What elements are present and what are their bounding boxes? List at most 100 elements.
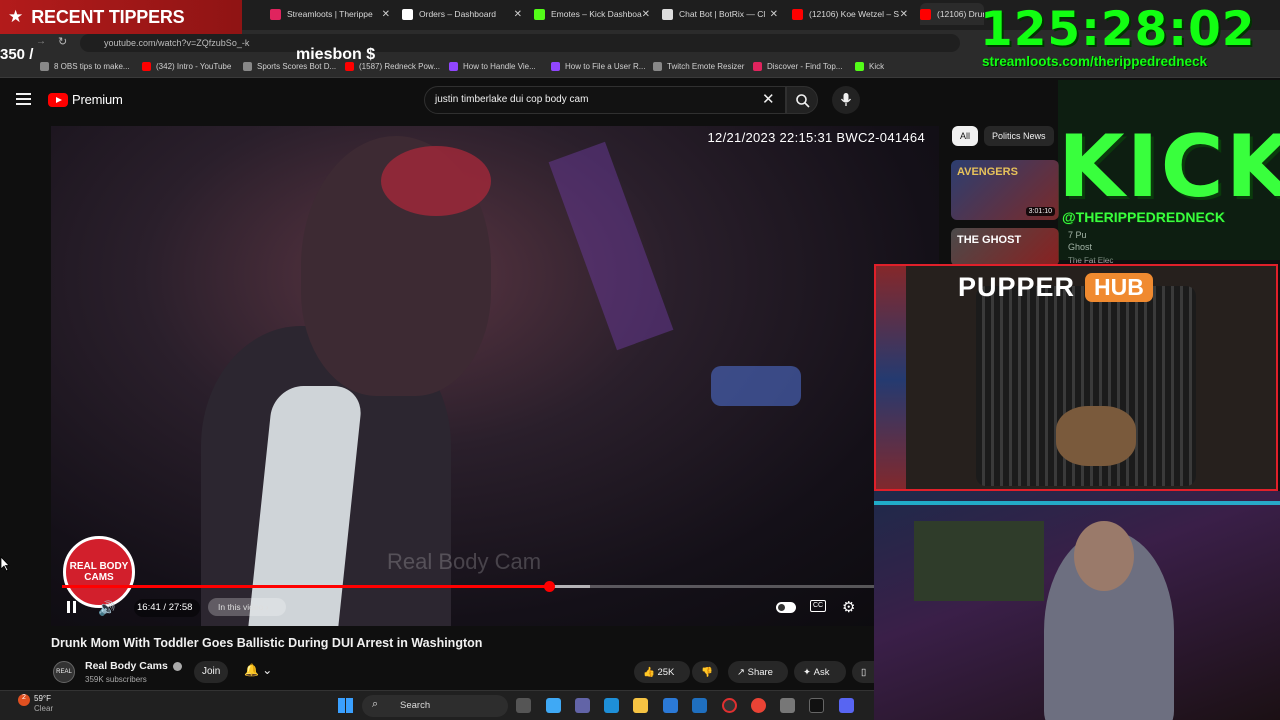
- close-tab-icon[interactable]: ✕: [900, 9, 908, 20]
- video-player[interactable]: 12/21/2023 22:15:31 BWC2-041464 Real Bod…: [51, 126, 939, 626]
- tab-label: Orders – Dashboard: [419, 9, 497, 19]
- twitch-icon: [551, 62, 560, 71]
- like-button[interactable]: 👍 25K: [634, 661, 690, 683]
- voice-search-button[interactable]: [832, 86, 860, 114]
- bookmark-icon: [753, 62, 762, 71]
- bookmark-item[interactable]: How to Handle Vie...: [449, 62, 536, 71]
- share-icon: ↗: [737, 666, 745, 678]
- botrix-icon: [662, 8, 673, 20]
- settings-gear-icon[interactable]: ⚙: [842, 598, 855, 616]
- ask-button[interactable]: ✦ Ask: [794, 661, 846, 683]
- captions-icon[interactable]: CC: [810, 600, 826, 612]
- file-explorer-icon[interactable]: [633, 698, 648, 713]
- weather-condition: Clear: [34, 704, 54, 713]
- bookmark-label: How to File a User R...: [565, 62, 646, 71]
- tab-streamloots[interactable]: Streamloots | Therippe ✕: [270, 3, 394, 25]
- forward-icon[interactable]: →: [36, 36, 46, 47]
- search-button[interactable]: [786, 86, 818, 114]
- pupper-word: PUPPER: [958, 272, 1076, 302]
- video-duration: 3:01:10: [1025, 207, 1055, 216]
- chip-all[interactable]: All: [952, 126, 979, 146]
- chrome-icon[interactable]: [751, 698, 766, 713]
- join-button[interactable]: Join: [194, 661, 228, 683]
- close-tab-icon[interactable]: ✕: [514, 9, 522, 20]
- terminal-icon[interactable]: [809, 698, 824, 713]
- close-tab-icon[interactable]: ✕: [770, 9, 778, 20]
- youtube-icon: [142, 62, 151, 71]
- streamer-head: [1074, 521, 1134, 591]
- copilot-icon[interactable]: [546, 698, 561, 713]
- bookmark-item[interactable]: Discover - Find Top...: [753, 62, 842, 71]
- progress-bar[interactable]: [62, 581, 874, 592]
- progress-scrubber[interactable]: [544, 581, 555, 592]
- screen: Streamloots | Therippe ✕ Orders – Dashbo…: [0, 0, 1280, 720]
- pause-button[interactable]: [66, 601, 78, 614]
- hub-word: HUB: [1085, 273, 1153, 302]
- channel-name-text: Real Body Cams: [85, 660, 168, 672]
- pupper-hub-title: PUPPER HUB: [958, 272, 1153, 303]
- tab-koe-wetzel[interactable]: (12106) Koe Wetzel – S ✕: [792, 3, 912, 25]
- bookmark-label: Kick: [869, 62, 885, 71]
- tab-label: Streamloots | Therippe: [287, 9, 373, 19]
- youtube-play-icon: [48, 92, 68, 107]
- temperature: 59°F: [34, 694, 51, 703]
- autoplay-toggle[interactable]: [776, 602, 796, 613]
- edge-icon[interactable]: [604, 698, 619, 713]
- tab-label: (12106) Koe Wetzel – S: [809, 9, 900, 19]
- clear-search-icon[interactable]: ✕: [762, 90, 775, 108]
- tab-active-drunk[interactable]: (12106) Drunk: [920, 3, 984, 25]
- close-tab-icon[interactable]: ✕: [642, 9, 650, 20]
- bookmark-item[interactable]: Kick: [855, 62, 884, 71]
- tab-kick-emotes[interactable]: Emotes – Kick Dashboa ✕: [534, 3, 654, 25]
- volume-icon[interactable]: 🔊: [98, 600, 115, 617]
- bodycam-timestamp: 12/21/2023 22:15:31 BWC2-041464: [707, 130, 925, 145]
- thumbnail-text: AVENGERS: [957, 166, 1018, 178]
- store-icon[interactable]: [663, 698, 678, 713]
- bookmark-item[interactable]: How to File a User R...: [551, 62, 645, 71]
- obs-icon[interactable]: [722, 698, 737, 713]
- subscriber-count: 359K subscribers: [85, 675, 147, 684]
- ask-label: Ask: [813, 666, 830, 678]
- search-input[interactable]: justin timberlake dui cop body cam: [424, 86, 786, 114]
- url-field[interactable]: youtube.com/watch?v=ZQfzubSo_-k: [80, 34, 960, 52]
- bookmark-label: Twitch Emote Resizer: [667, 62, 745, 71]
- windows-start-icon[interactable]: [338, 698, 353, 713]
- search-icon: [796, 94, 810, 108]
- channel-avatar[interactable]: REAL: [53, 661, 75, 683]
- recommended-video[interactable]: AVENGERS 3:01:10: [951, 160, 1059, 220]
- tab-botrix[interactable]: Chat Bot | BotRix — Cl ✕: [662, 3, 782, 25]
- close-tab-icon[interactable]: ✕: [382, 9, 390, 20]
- tippers-title: RECENT TIPPERS: [31, 6, 185, 27]
- kick-icon: [855, 62, 864, 71]
- premium-label: Premium: [72, 92, 123, 107]
- share-button[interactable]: ↗ Share: [728, 661, 788, 683]
- notification-bell-icon[interactable]: 🔔 ⌄: [244, 663, 272, 677]
- video-frame-shape: [381, 146, 491, 216]
- channel-name[interactable]: Real Body Cams: [85, 660, 182, 672]
- dislike-button[interactable]: 👎: [692, 661, 718, 683]
- reload-icon[interactable]: ↻: [58, 35, 67, 48]
- bookmark-label: (342) Intro - YouTube: [156, 62, 232, 71]
- chip-politics-news[interactable]: Politics News: [984, 126, 1054, 146]
- tab-orders[interactable]: Orders – Dashboard ✕: [402, 3, 526, 25]
- bookmark-item[interactable]: 8 OBS tips to make...: [40, 62, 130, 71]
- video-watermark: Real Body Cam: [387, 549, 542, 574]
- bookmark-item[interactable]: (342) Intro - YouTube: [142, 62, 231, 71]
- discord-icon[interactable]: [839, 698, 854, 713]
- tab-label: (12106) Drunk: [937, 9, 984, 19]
- youtube-logo[interactable]: Premium: [48, 92, 123, 107]
- progress-buffer: [549, 585, 590, 588]
- weather-widget[interactable]: 59°F Clear: [10, 694, 53, 713]
- outlook-icon[interactable]: [692, 698, 707, 713]
- taskbar-search[interactable]: ⌕ Search: [362, 695, 508, 717]
- mouse-cursor-icon: [0, 556, 10, 572]
- bookmark-item[interactable]: Twitch Emote Resizer: [653, 62, 744, 71]
- bookmark-icon: [243, 62, 252, 71]
- task-view-icon[interactable]: [516, 698, 531, 713]
- menu-icon[interactable]: [16, 93, 31, 105]
- app-icon[interactable]: [780, 698, 795, 713]
- recommended-video[interactable]: THE GHOST: [951, 228, 1059, 266]
- save-button[interactable]: ▯: [852, 661, 874, 683]
- chapter-button[interactable]: In this video ›: [208, 598, 286, 616]
- teams-icon[interactable]: [575, 698, 590, 713]
